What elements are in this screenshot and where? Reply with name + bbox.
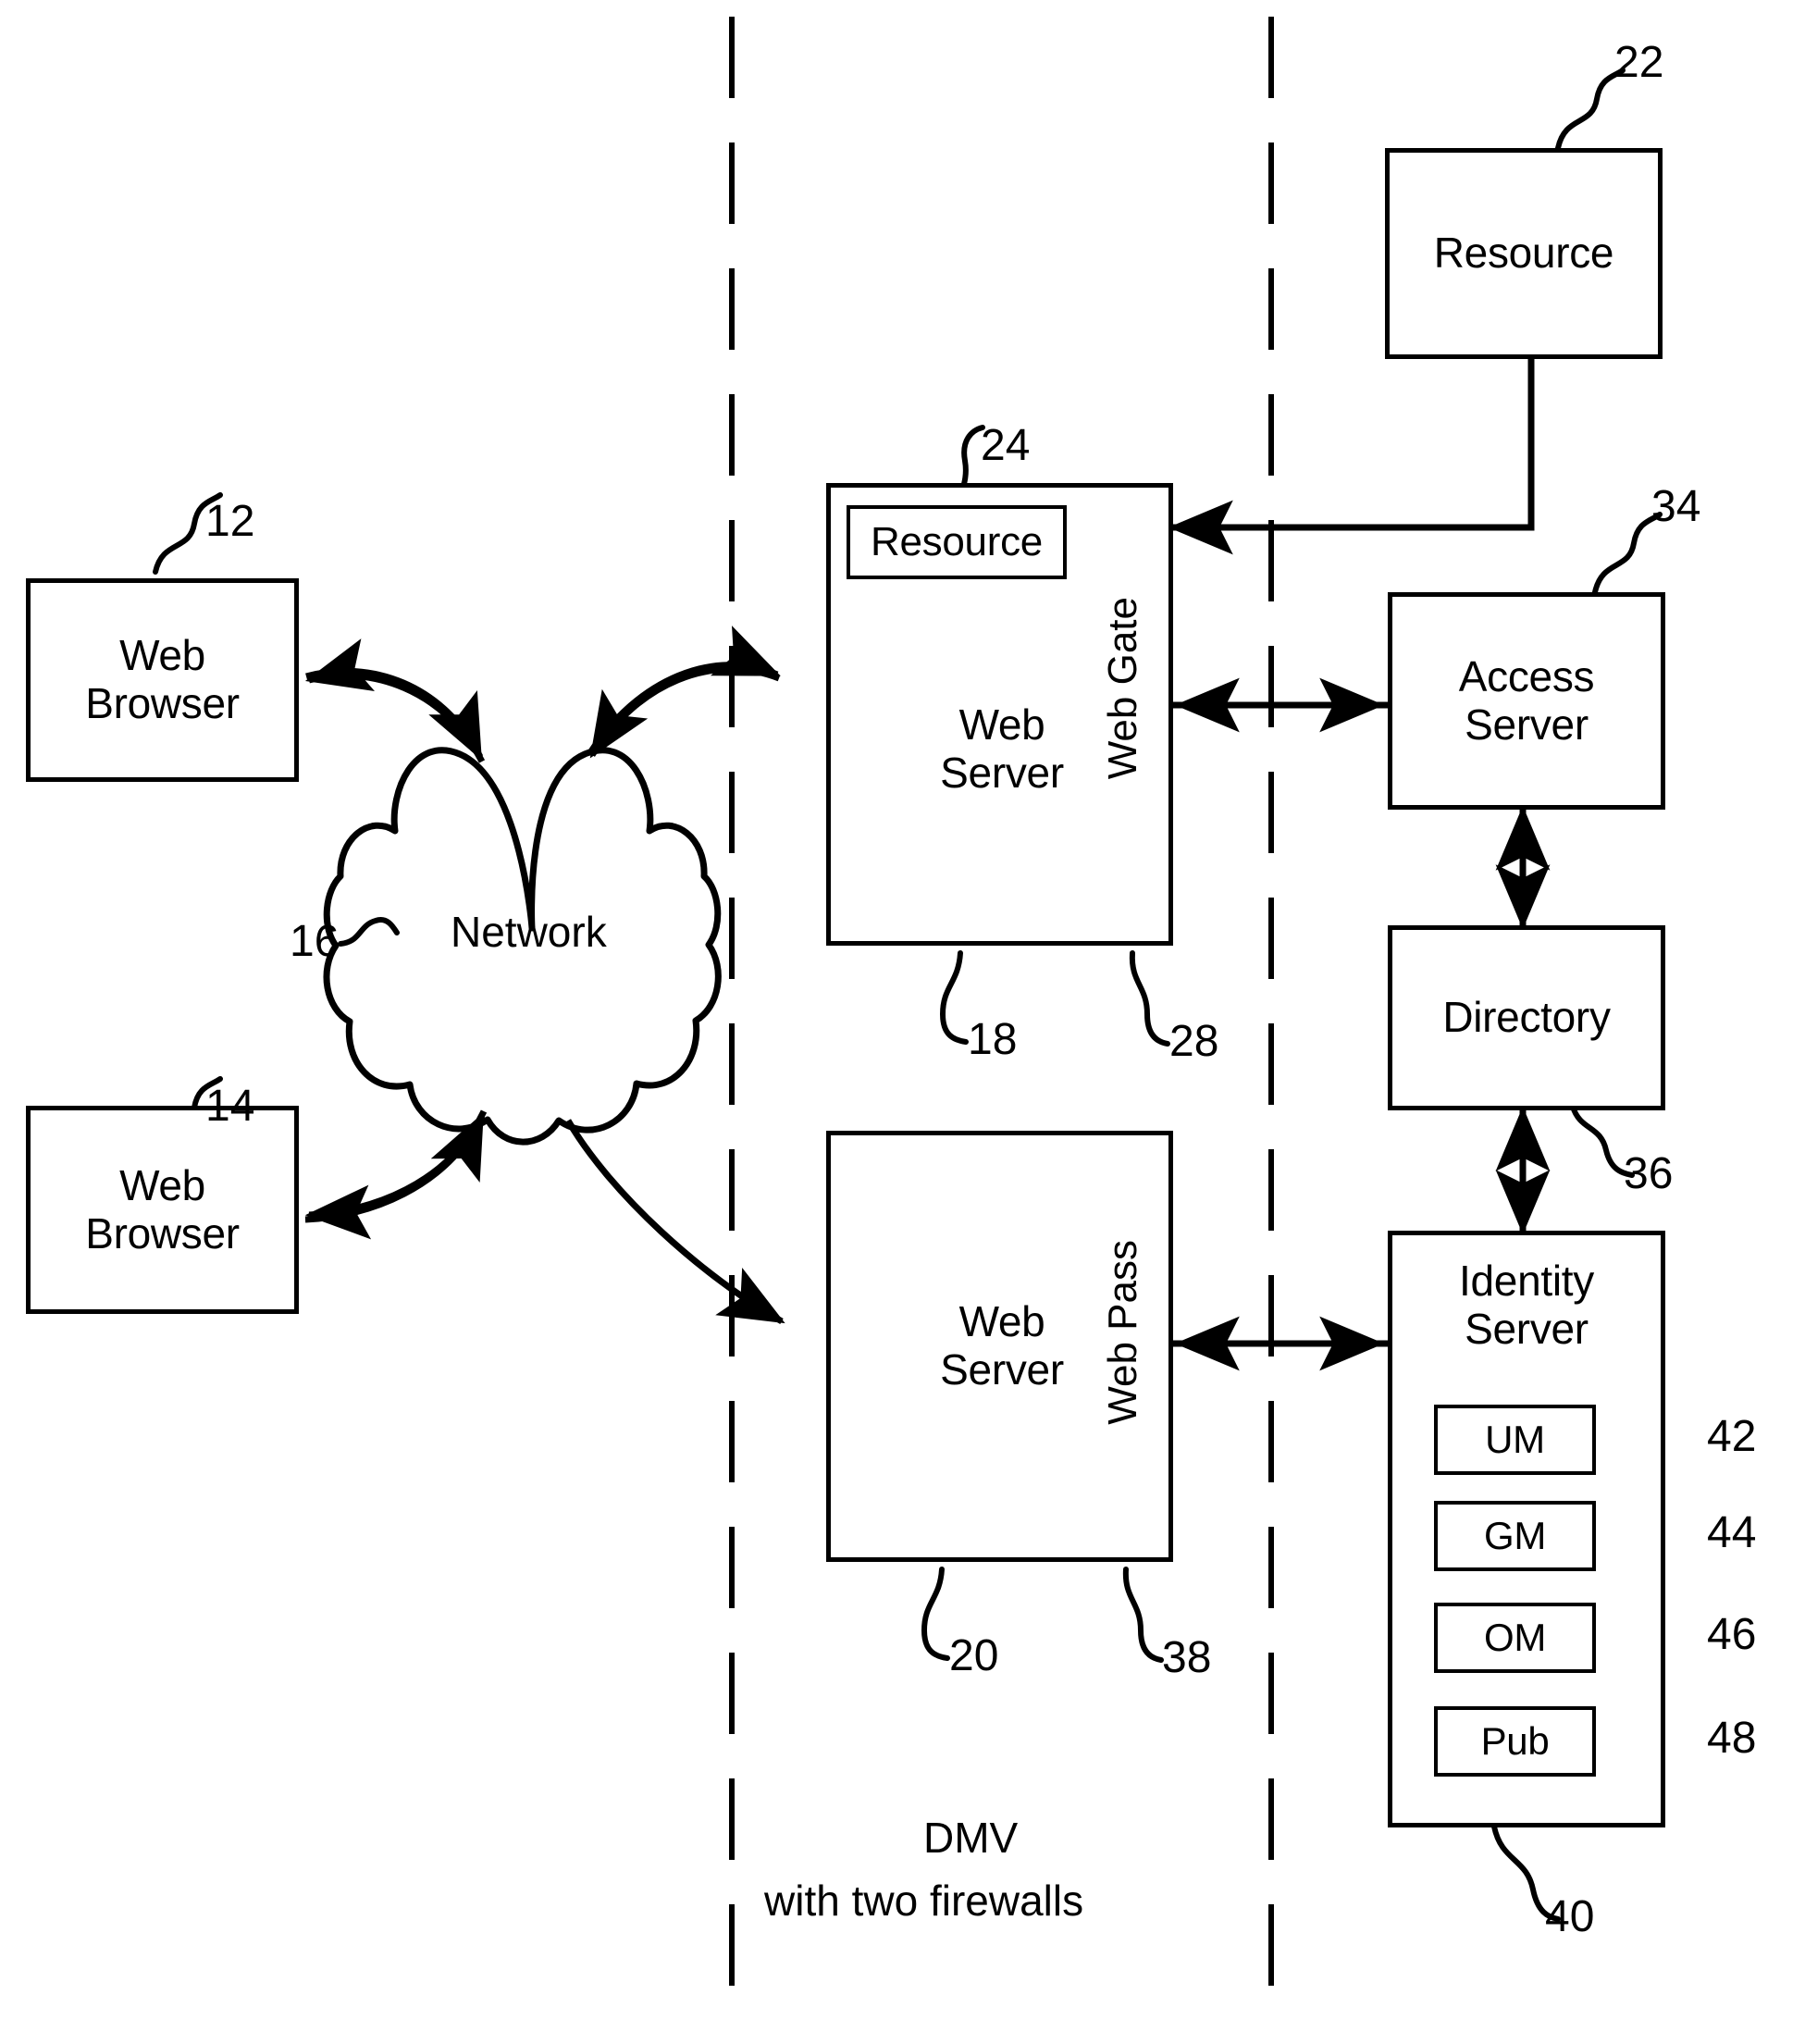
ref-44: 44 — [1707, 1508, 1757, 1557]
web-browser-top-label-line1: Web — [119, 631, 205, 680]
identity-module-pub-box[interactable]: Pub — [1434, 1706, 1596, 1777]
resource-inner-box[interactable]: Resource — [847, 505, 1067, 579]
identity-module-um-label: UM — [1485, 1418, 1545, 1462]
directory-label: Directory — [1442, 993, 1611, 1042]
network-label: Network — [451, 908, 607, 956]
identity-module-um-box[interactable]: UM — [1434, 1405, 1596, 1475]
ref-38: 38 — [1162, 1633, 1212, 1682]
identity-module-gm-box[interactable]: GM — [1434, 1501, 1596, 1571]
directory-box[interactable]: Directory — [1388, 925, 1665, 1110]
ref-48: 48 — [1707, 1714, 1757, 1763]
figure-canvas: Web Browser 12 Web Browser 14 Network 16… — [0, 0, 1805, 2044]
resource-external-label: Resource — [1433, 229, 1614, 278]
web-browser-bottom-label-line1: Web — [119, 1160, 205, 1209]
web-server-top-label-line1: Web — [958, 700, 1045, 749]
arrow-browser-to-web-server-bottom — [564, 1119, 785, 1325]
ref-18: 18 — [968, 1015, 1018, 1064]
identity-module-gm-label: GM — [1483, 1514, 1547, 1558]
web-server-top-label-line2: Server — [940, 749, 1064, 797]
dmv-caption-line1: DMV — [923, 1814, 1019, 1862]
web-browser-bottom-box[interactable]: Web Browser — [26, 1106, 299, 1314]
access-server-label-line2: Server — [1465, 700, 1589, 749]
web-pass-label: Web Pass — [1100, 1240, 1145, 1425]
identity-module-om-box[interactable]: OM — [1434, 1603, 1596, 1673]
identity-server-label-line2: Server — [1465, 1304, 1589, 1353]
web-browser-top-box[interactable]: Web Browser — [26, 578, 299, 782]
web-server-bottom-label-line1: Web — [958, 1297, 1045, 1346]
web-server-bottom-label-line2: Server — [940, 1345, 1064, 1394]
ref-34: 34 — [1651, 482, 1701, 531]
ref-24: 24 — [981, 421, 1031, 470]
resource-inner-label: Resource — [871, 519, 1043, 565]
access-server-box[interactable]: Access Server — [1388, 592, 1665, 810]
dmv-caption-line2: with two firewalls — [764, 1877, 1084, 1925]
web-browser-bottom-label-line2: Browser — [85, 1208, 240, 1257]
identity-module-pub-label: Pub — [1480, 1719, 1550, 1764]
identity-module-om-label: OM — [1483, 1616, 1547, 1660]
ref-40: 40 — [1545, 1892, 1595, 1941]
ref-46: 46 — [1707, 1610, 1757, 1659]
ref-12: 12 — [205, 497, 255, 546]
web-gate-label: Web Gate — [1100, 597, 1145, 780]
web-browser-top-label-line2: Browser — [85, 679, 240, 727]
ref-36: 36 — [1624, 1149, 1674, 1198]
ref-20: 20 — [949, 1631, 999, 1680]
line-resource-external-to-web-gate — [1168, 359, 1535, 555]
ref-22: 22 — [1614, 38, 1664, 87]
ref-16: 16 — [290, 917, 340, 966]
ref-42: 42 — [1707, 1412, 1757, 1461]
access-server-label-line1: Access — [1458, 651, 1595, 700]
ref-14: 14 — [205, 1082, 255, 1131]
ref-28: 28 — [1169, 1017, 1219, 1066]
resource-external-box[interactable]: Resource — [1385, 148, 1663, 359]
identity-server-label-line1: Identity — [1459, 1257, 1594, 1305]
